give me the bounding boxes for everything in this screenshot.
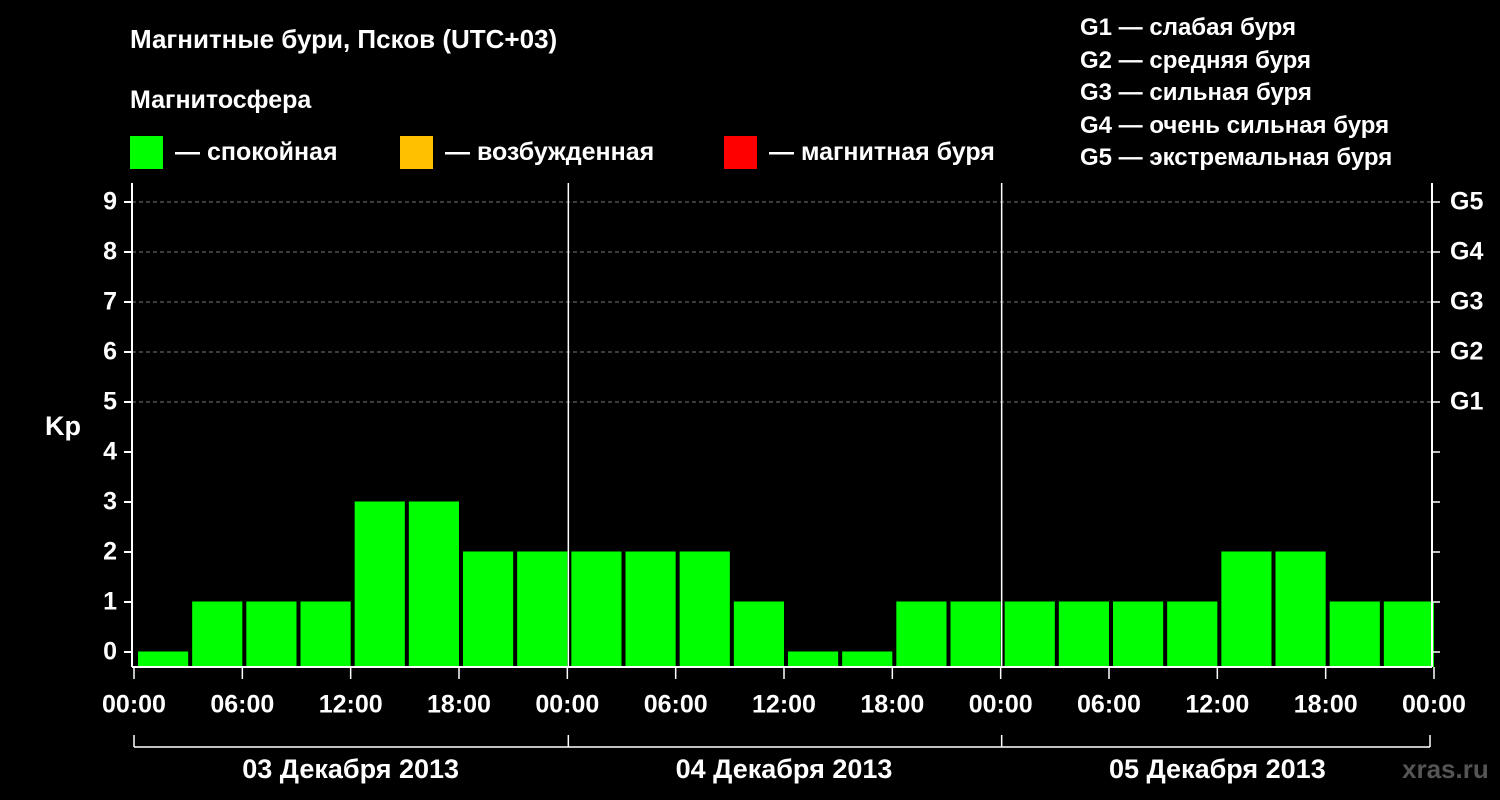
bar-8 (571, 551, 622, 667)
right-axis-label-g5: G5 (1450, 188, 1483, 216)
x-tick-label-10: 12:00 (1185, 691, 1249, 719)
bar-10 (679, 551, 730, 667)
day-label-0: 03 Декабря 2013 (242, 754, 459, 784)
bar-5 (408, 501, 459, 667)
x-tick-label-3: 18:00 (427, 691, 491, 719)
y-tick-label-2: 2 (103, 538, 117, 566)
bar-11 (733, 601, 784, 667)
bar-7 (517, 551, 568, 667)
watermark: xras.ru (1402, 754, 1489, 784)
x-tick-label-2: 12:00 (319, 691, 383, 719)
y-tick-label-7: 7 (103, 288, 117, 316)
kp-bar-chart: 0 1 2 3 4 5 6 7 8 9 G1 G2 G3 G4 G5 Kp 00:00 06:00 12:00 18:… (45, 183, 1483, 784)
day-label-2: 05 Декабря 2013 (1109, 754, 1326, 784)
x-tick-label-11: 18:00 (1294, 691, 1358, 719)
right-axis-label-g3: G3 (1450, 288, 1483, 316)
x-tick-label-4: 00:00 (535, 691, 599, 719)
bar-4 (354, 501, 405, 667)
x-tick-label-6: 12:00 (752, 691, 816, 719)
bar-19 (1167, 601, 1218, 667)
x-tick-label-5: 06:00 (644, 691, 708, 719)
bar-13 (842, 651, 893, 667)
bar-1 (192, 601, 243, 667)
right-axis-label-g1: G1 (1450, 388, 1483, 416)
bar-2 (246, 601, 297, 667)
x-tick-label-7: 18:00 (860, 691, 924, 719)
y-tick-label-9: 9 (103, 188, 117, 216)
y-tick-label-5: 5 (103, 388, 117, 416)
bar-22 (1329, 601, 1380, 667)
y-tick-label-3: 3 (103, 488, 117, 516)
bar-21 (1275, 551, 1326, 667)
y-tick-label-0: 0 (103, 638, 117, 666)
bar-3 (300, 601, 351, 667)
y-tick-label-1: 1 (103, 588, 117, 616)
bar-0 (138, 651, 189, 667)
day-label-1: 04 Декабря 2013 (676, 754, 893, 784)
bar-18 (1113, 601, 1164, 667)
y-axis-title: Kp (45, 411, 81, 441)
bar-15 (950, 601, 1001, 667)
right-axis-label-g2: G2 (1450, 338, 1483, 366)
y-tick-label-8: 8 (103, 238, 117, 266)
y-tick-label-4: 4 (103, 438, 117, 466)
bar-14 (896, 601, 947, 667)
bar-9 (625, 551, 676, 667)
x-tick-label-8: 00:00 (969, 691, 1033, 719)
x-tick-label-1: 06:00 (210, 691, 274, 719)
bar-16 (1004, 601, 1055, 667)
bar-6 (463, 551, 514, 667)
x-tick-label-12: 00:00 (1402, 691, 1466, 719)
bar-20 (1221, 551, 1272, 667)
x-tick-label-0: 00:00 (102, 691, 166, 719)
x-tick-label-9: 06:00 (1077, 691, 1141, 719)
bar-17 (1058, 601, 1109, 667)
bar-12 (788, 651, 839, 667)
bar-23 (1383, 601, 1434, 667)
right-axis-label-g4: G4 (1450, 238, 1483, 266)
y-tick-label-6: 6 (103, 338, 117, 366)
